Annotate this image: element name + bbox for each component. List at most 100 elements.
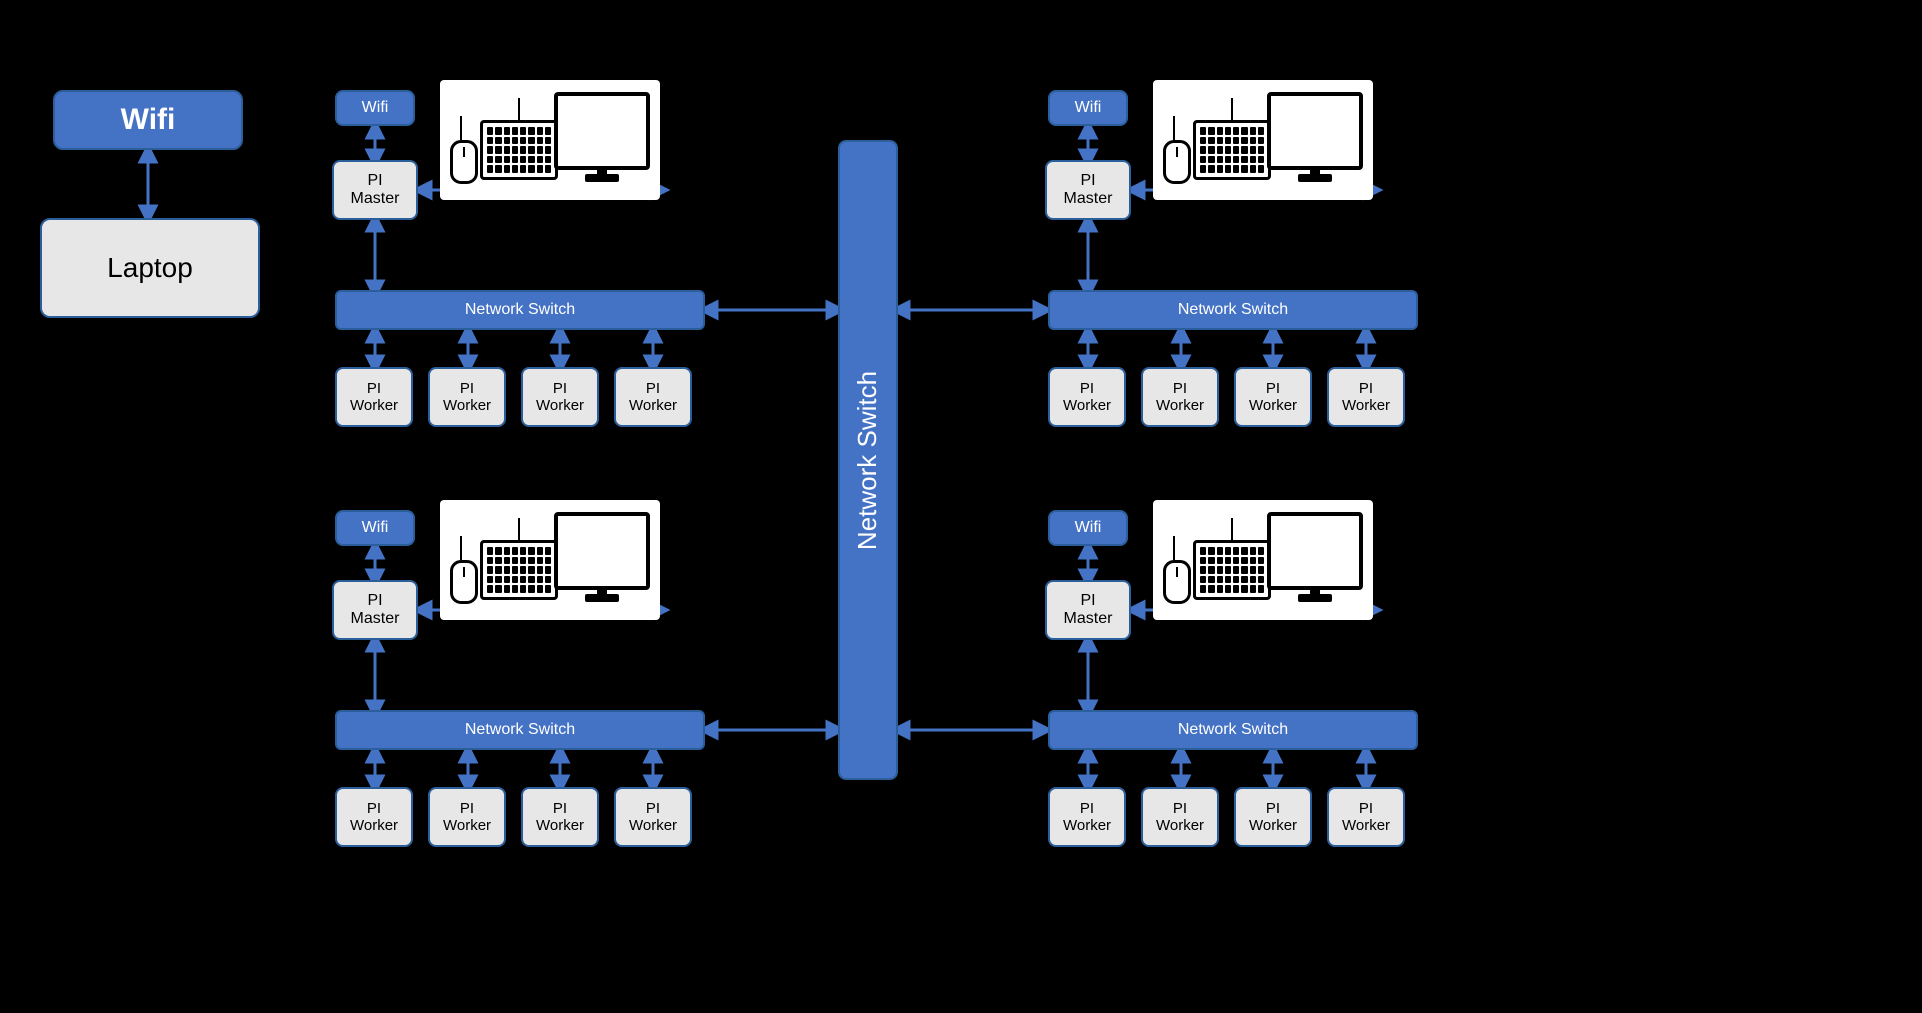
worker-line2: Worker [1342, 817, 1390, 834]
mouse-icon [450, 560, 478, 604]
master-line2: Master [351, 190, 400, 207]
network-switch-node: Network Switch [335, 710, 705, 750]
pi-worker-node: PIWorker [1141, 787, 1219, 847]
worker-line1: PI [460, 380, 474, 397]
worker-line1: PI [646, 800, 660, 817]
worker-line1: PI [1080, 380, 1094, 397]
worker-line1: PI [1266, 380, 1280, 397]
wifi-node: Wifi [335, 510, 415, 546]
pi-worker-node: PIWorker [1327, 787, 1405, 847]
master-line2: Master [1064, 610, 1113, 627]
monitor-icon [554, 512, 650, 590]
laptop-label: Laptop [107, 252, 193, 284]
worker-line2: Worker [629, 817, 677, 834]
worker-line2: Worker [350, 397, 398, 414]
keyboard-icon [1193, 120, 1271, 180]
pi-worker-node: PIWorker [335, 787, 413, 847]
worker-line1: PI [1080, 800, 1094, 817]
worker-line2: Worker [1249, 817, 1297, 834]
master-line2: Master [351, 610, 400, 627]
pi-worker-node: PIWorker [1327, 367, 1405, 427]
worker-line2: Worker [1063, 817, 1111, 834]
wifi-label: Wifi [121, 103, 176, 137]
pi-master-node: PIMaster [1045, 160, 1131, 220]
master-line1: PI [367, 172, 382, 189]
central-switch-label: Network Switch [853, 370, 884, 549]
pi-worker-node: PIWorker [1234, 367, 1312, 427]
switch-label: Network Switch [1178, 721, 1288, 739]
worker-line2: Worker [1342, 397, 1390, 414]
pi-worker-node: PIWorker [521, 787, 599, 847]
wifi-node: Wifi [335, 90, 415, 126]
worker-line2: Worker [443, 397, 491, 414]
worker-line1: PI [553, 380, 567, 397]
master-line1: PI [1080, 592, 1095, 609]
worker-line2: Worker [1156, 817, 1204, 834]
peripherals-icon [1153, 500, 1373, 620]
master-line1: PI [367, 592, 382, 609]
wifi-node-main: Wifi [53, 90, 243, 150]
worker-line2: Worker [1063, 397, 1111, 414]
switch-label: Network Switch [465, 301, 575, 319]
peripherals-icon [440, 500, 660, 620]
pi-worker-node: PIWorker [1234, 787, 1312, 847]
pi-worker-node: PIWorker [335, 367, 413, 427]
worker-line1: PI [1173, 380, 1187, 397]
worker-line1: PI [646, 380, 660, 397]
pi-master-node: PIMaster [1045, 580, 1131, 640]
switch-label: Network Switch [1178, 301, 1288, 319]
mouse-icon [1163, 140, 1191, 184]
pi-worker-node: PIWorker [1048, 787, 1126, 847]
worker-line1: PI [1266, 800, 1280, 817]
keyboard-icon [480, 120, 558, 180]
wifi-label: Wifi [1075, 519, 1102, 537]
monitor-icon [554, 92, 650, 170]
network-switch-node: Network Switch [335, 290, 705, 330]
worker-line2: Worker [443, 817, 491, 834]
pi-worker-node: PIWorker [1141, 367, 1219, 427]
mouse-icon [450, 140, 478, 184]
pi-worker-node: PIWorker [614, 787, 692, 847]
monitor-icon [1267, 92, 1363, 170]
worker-line1: PI [1359, 380, 1373, 397]
pi-master-node: PIMaster [332, 160, 418, 220]
diagram-stage: Wifi Laptop Network Switch WifiPIMasterN… [0, 0, 1922, 1013]
peripherals-icon [440, 80, 660, 200]
mouse-icon [1163, 560, 1191, 604]
worker-line2: Worker [1156, 397, 1204, 414]
worker-line2: Worker [536, 397, 584, 414]
connectors [0, 0, 1922, 1013]
keyboard-icon [1193, 540, 1271, 600]
pi-worker-node: PIWorker [521, 367, 599, 427]
worker-line2: Worker [1249, 397, 1297, 414]
master-line1: PI [1080, 172, 1095, 189]
worker-line1: PI [553, 800, 567, 817]
worker-line1: PI [1359, 800, 1373, 817]
pi-master-node: PIMaster [332, 580, 418, 640]
wifi-node: Wifi [1048, 510, 1128, 546]
network-switch-node: Network Switch [1048, 710, 1418, 750]
worker-line2: Worker [536, 817, 584, 834]
pi-worker-node: PIWorker [614, 367, 692, 427]
peripherals-icon [1153, 80, 1373, 200]
pi-worker-node: PIWorker [428, 367, 506, 427]
network-switch-node: Network Switch [1048, 290, 1418, 330]
switch-label: Network Switch [465, 721, 575, 739]
laptop-node: Laptop [40, 218, 260, 318]
wifi-label: Wifi [362, 99, 389, 117]
wifi-label: Wifi [1075, 99, 1102, 117]
pi-worker-node: PIWorker [428, 787, 506, 847]
wifi-node: Wifi [1048, 90, 1128, 126]
wifi-label: Wifi [362, 519, 389, 537]
master-line2: Master [1064, 190, 1113, 207]
worker-line2: Worker [629, 397, 677, 414]
worker-line1: PI [367, 380, 381, 397]
pi-worker-node: PIWorker [1048, 367, 1126, 427]
worker-line1: PI [1173, 800, 1187, 817]
worker-line2: Worker [350, 817, 398, 834]
keyboard-icon [480, 540, 558, 600]
worker-line1: PI [367, 800, 381, 817]
worker-line1: PI [460, 800, 474, 817]
monitor-icon [1267, 512, 1363, 590]
central-network-switch: Network Switch [838, 140, 898, 780]
